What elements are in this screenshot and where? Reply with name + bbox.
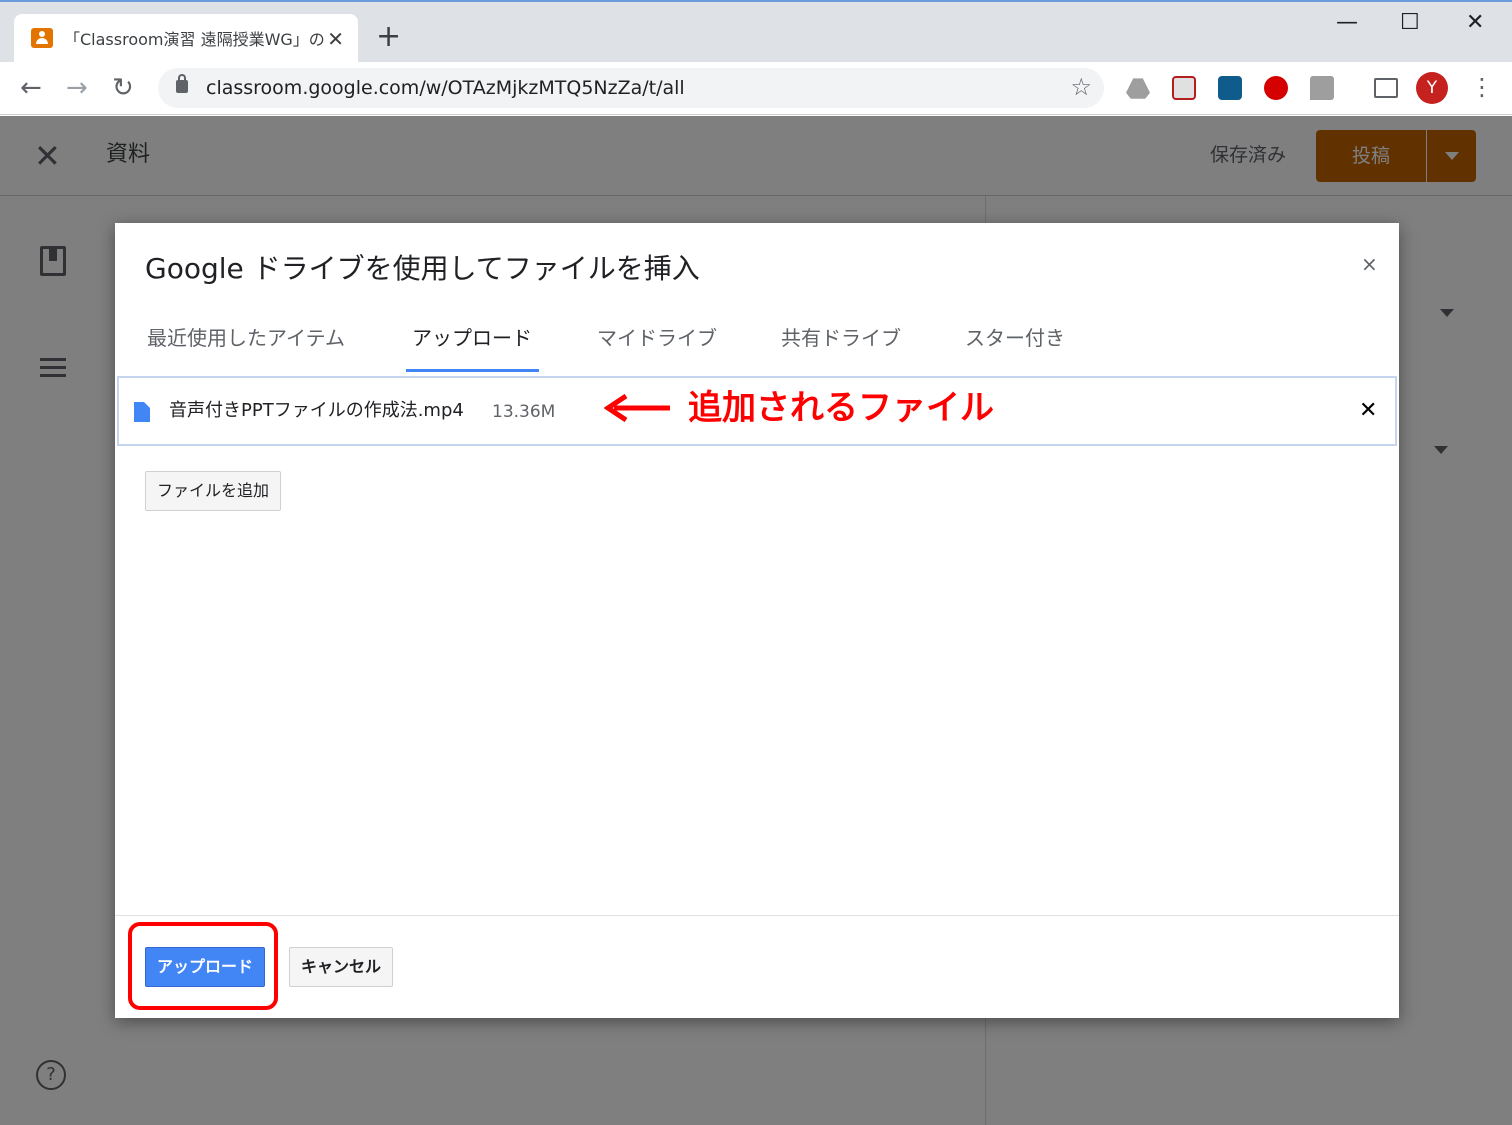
footer-divider — [115, 915, 1399, 916]
browser-tab[interactable]: 「Classroom演習 遠隔授業WG」の資料 ✕ — [14, 14, 358, 64]
chat-extension-icon[interactable] — [1310, 76, 1334, 100]
url-text[interactable]: classroom.google.com/w/OTAzMjkzMTQ5NzZa/… — [206, 76, 685, 100]
annotation-arrow-icon — [604, 393, 670, 423]
drive-picker-dialog: Google ドライブを使用してファイルを挿入 × 最近使用したアイテム アップ… — [115, 223, 1399, 1018]
lock-icon — [176, 74, 188, 93]
security-extension-icon[interactable] — [1218, 76, 1242, 100]
file-name: 音声付きPPTファイルの作成法.mp4 — [169, 400, 464, 421]
bookmark-star-icon[interactable]: ☆ — [1070, 73, 1092, 101]
browser-toolbar: ← → ↻ classroom.google.com/w/OTAzMjkzMTQ… — [0, 62, 1512, 115]
new-tab-icon[interactable]: + — [376, 20, 401, 54]
classroom-favicon-icon — [31, 28, 53, 48]
address-bar[interactable]: classroom.google.com/w/OTAzMjkzMTQ5NzZa/… — [158, 68, 1104, 108]
acrobat-extension-icon[interactable] — [1172, 76, 1196, 100]
file-size: 13.36M — [492, 402, 556, 422]
forward-icon[interactable]: → — [66, 72, 88, 104]
window-close-icon[interactable]: ✕ — [1466, 6, 1484, 40]
minimize-icon[interactable]: — — [1336, 6, 1358, 40]
trend-micro-extension-icon[interactable] — [1264, 76, 1288, 100]
tab-title: 「Classroom演習 遠隔授業WG」の資料 — [64, 30, 324, 49]
back-icon[interactable]: ← — [20, 72, 42, 104]
remove-file-icon[interactable]: ✕ — [1359, 398, 1377, 424]
active-tab-indicator — [406, 369, 539, 372]
annotation-highlight-box — [128, 922, 278, 1010]
add-file-button[interactable]: ファイルを追加 — [145, 471, 281, 511]
tab-starred[interactable]: スター付き — [965, 323, 1065, 353]
browser-menu-icon[interactable]: ⋮ — [1470, 72, 1494, 102]
tab-my-drive[interactable]: マイドライブ — [597, 323, 717, 353]
profile-avatar[interactable]: Y — [1416, 72, 1448, 104]
cancel-button[interactable]: キャンセル — [289, 947, 393, 987]
tab-recent[interactable]: 最近使用したアイテム — [147, 323, 345, 353]
dialog-title: Google ドライブを使用してファイルを挿入 — [145, 252, 700, 285]
tab-upload[interactable]: アップロード — [412, 323, 532, 353]
dialog-tabs: 最近使用したアイテム アップロード マイドライブ 共有ドライブ スター付き — [115, 311, 1399, 375]
browser-tabstrip: 「Classroom演習 遠隔授業WG」の資料 ✕ + — ☐ ✕ — [0, 0, 1512, 64]
maximize-icon[interactable]: ☐ — [1400, 6, 1420, 40]
tab-shared-drives[interactable]: 共有ドライブ — [781, 323, 901, 353]
cast-icon[interactable] — [1374, 78, 1398, 98]
annotation-label: 追加されるファイル — [688, 388, 994, 428]
google-drive-extension-icon[interactable] — [1126, 78, 1150, 99]
file-icon — [134, 402, 150, 422]
tab-close-icon[interactable]: ✕ — [327, 27, 344, 51]
reload-icon[interactable]: ↻ — [112, 72, 134, 104]
dialog-close-icon[interactable]: × — [1361, 253, 1378, 275]
